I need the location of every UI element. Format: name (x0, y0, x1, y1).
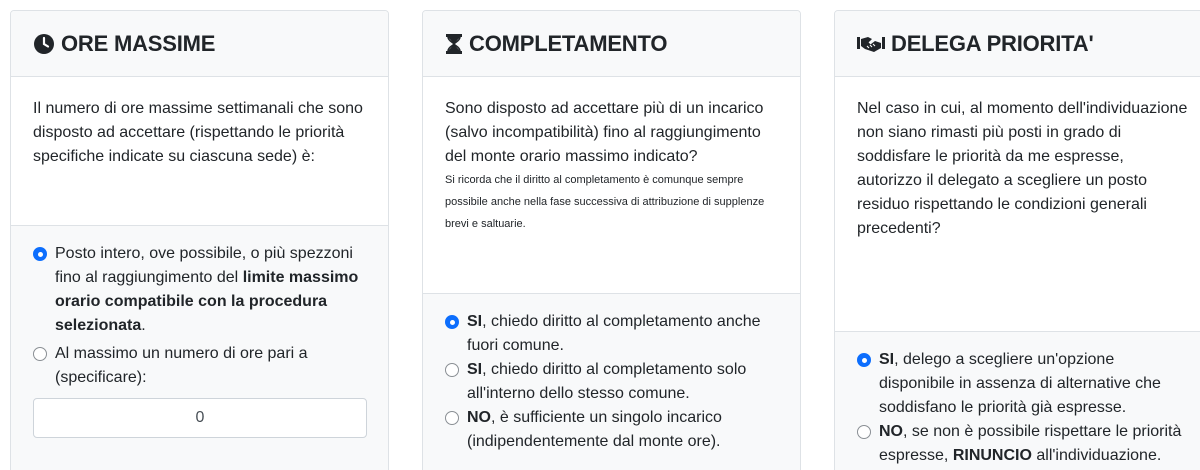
card-title: ORE MASSIME (33, 31, 215, 57)
card-completamento: COMPLETAMENTO Sono disposto ad accettare… (422, 10, 801, 470)
card-header: DELEGA PRIORITA' (835, 11, 1200, 77)
card-body: Il numero di ore massime settimanali che… (11, 77, 388, 225)
option-posto-intero[interactable]: Posto intero, ove possibile, o più spezz… (31, 242, 368, 338)
card-header: ORE MASSIME (11, 11, 388, 77)
hourglass-icon (445, 33, 463, 55)
note-text: Si ricorda che il diritto al completamen… (445, 174, 765, 230)
options-panel: SI, chiedo diritto al completamento anch… (423, 293, 800, 470)
hours-input[interactable] (33, 398, 367, 438)
radio-posto-intero[interactable] (33, 247, 47, 261)
card-delega-priorita: DELEGA PRIORITA' Nel caso in cui, al mom… (834, 10, 1200, 470)
radio-si-delego[interactable] (857, 353, 871, 367)
option-si-stesso-comune[interactable]: SI, chiedo diritto al completamento solo… (443, 358, 780, 406)
card-body: Sono disposto ad accettare più di un inc… (423, 77, 800, 293)
clock-icon (33, 33, 55, 55)
body-text: Nel caso in cui, al momento dell'individ… (857, 100, 1188, 237)
radio-ore-specificate[interactable] (33, 347, 47, 361)
radio-no-rinuncio[interactable] (857, 425, 871, 439)
option-si-delego[interactable]: SI, delego a scegliere un'opzione dispon… (855, 348, 1193, 420)
option-no-singolo-incarico[interactable]: NO, è sufficiente un singolo incarico (i… (443, 406, 780, 454)
body-text: Il numero di ore massime settimanali che… (33, 100, 363, 165)
card-title: DELEGA PRIORITA' (857, 31, 1094, 57)
options-panel: SI, delego a scegliere un'opzione dispon… (835, 331, 1200, 470)
card-title: COMPLETAMENTO (445, 31, 667, 57)
option-ore-specificate[interactable]: Al massimo un numero di ore pari a (spec… (31, 342, 368, 390)
card-header: COMPLETAMENTO (423, 11, 800, 77)
card-body: Nel caso in cui, al momento dell'individ… (835, 77, 1200, 331)
body-text: Sono disposto ad accettare più di un inc… (445, 100, 764, 165)
handshake-icon (857, 34, 885, 54)
radio-no-singolo-incarico[interactable] (445, 411, 459, 425)
options-panel: Posto intero, ove possibile, o più spezz… (11, 225, 388, 470)
radio-si-stesso-comune[interactable] (445, 363, 459, 377)
option-no-rinuncio[interactable]: NO, se non è possibile rispettare le pri… (855, 420, 1193, 468)
option-si-fuori-comune[interactable]: SI, chiedo diritto al completamento anch… (443, 310, 780, 358)
radio-si-fuori-comune[interactable] (445, 315, 459, 329)
card-ore-massime: ORE MASSIME Il numero di ore massime set… (10, 10, 389, 470)
